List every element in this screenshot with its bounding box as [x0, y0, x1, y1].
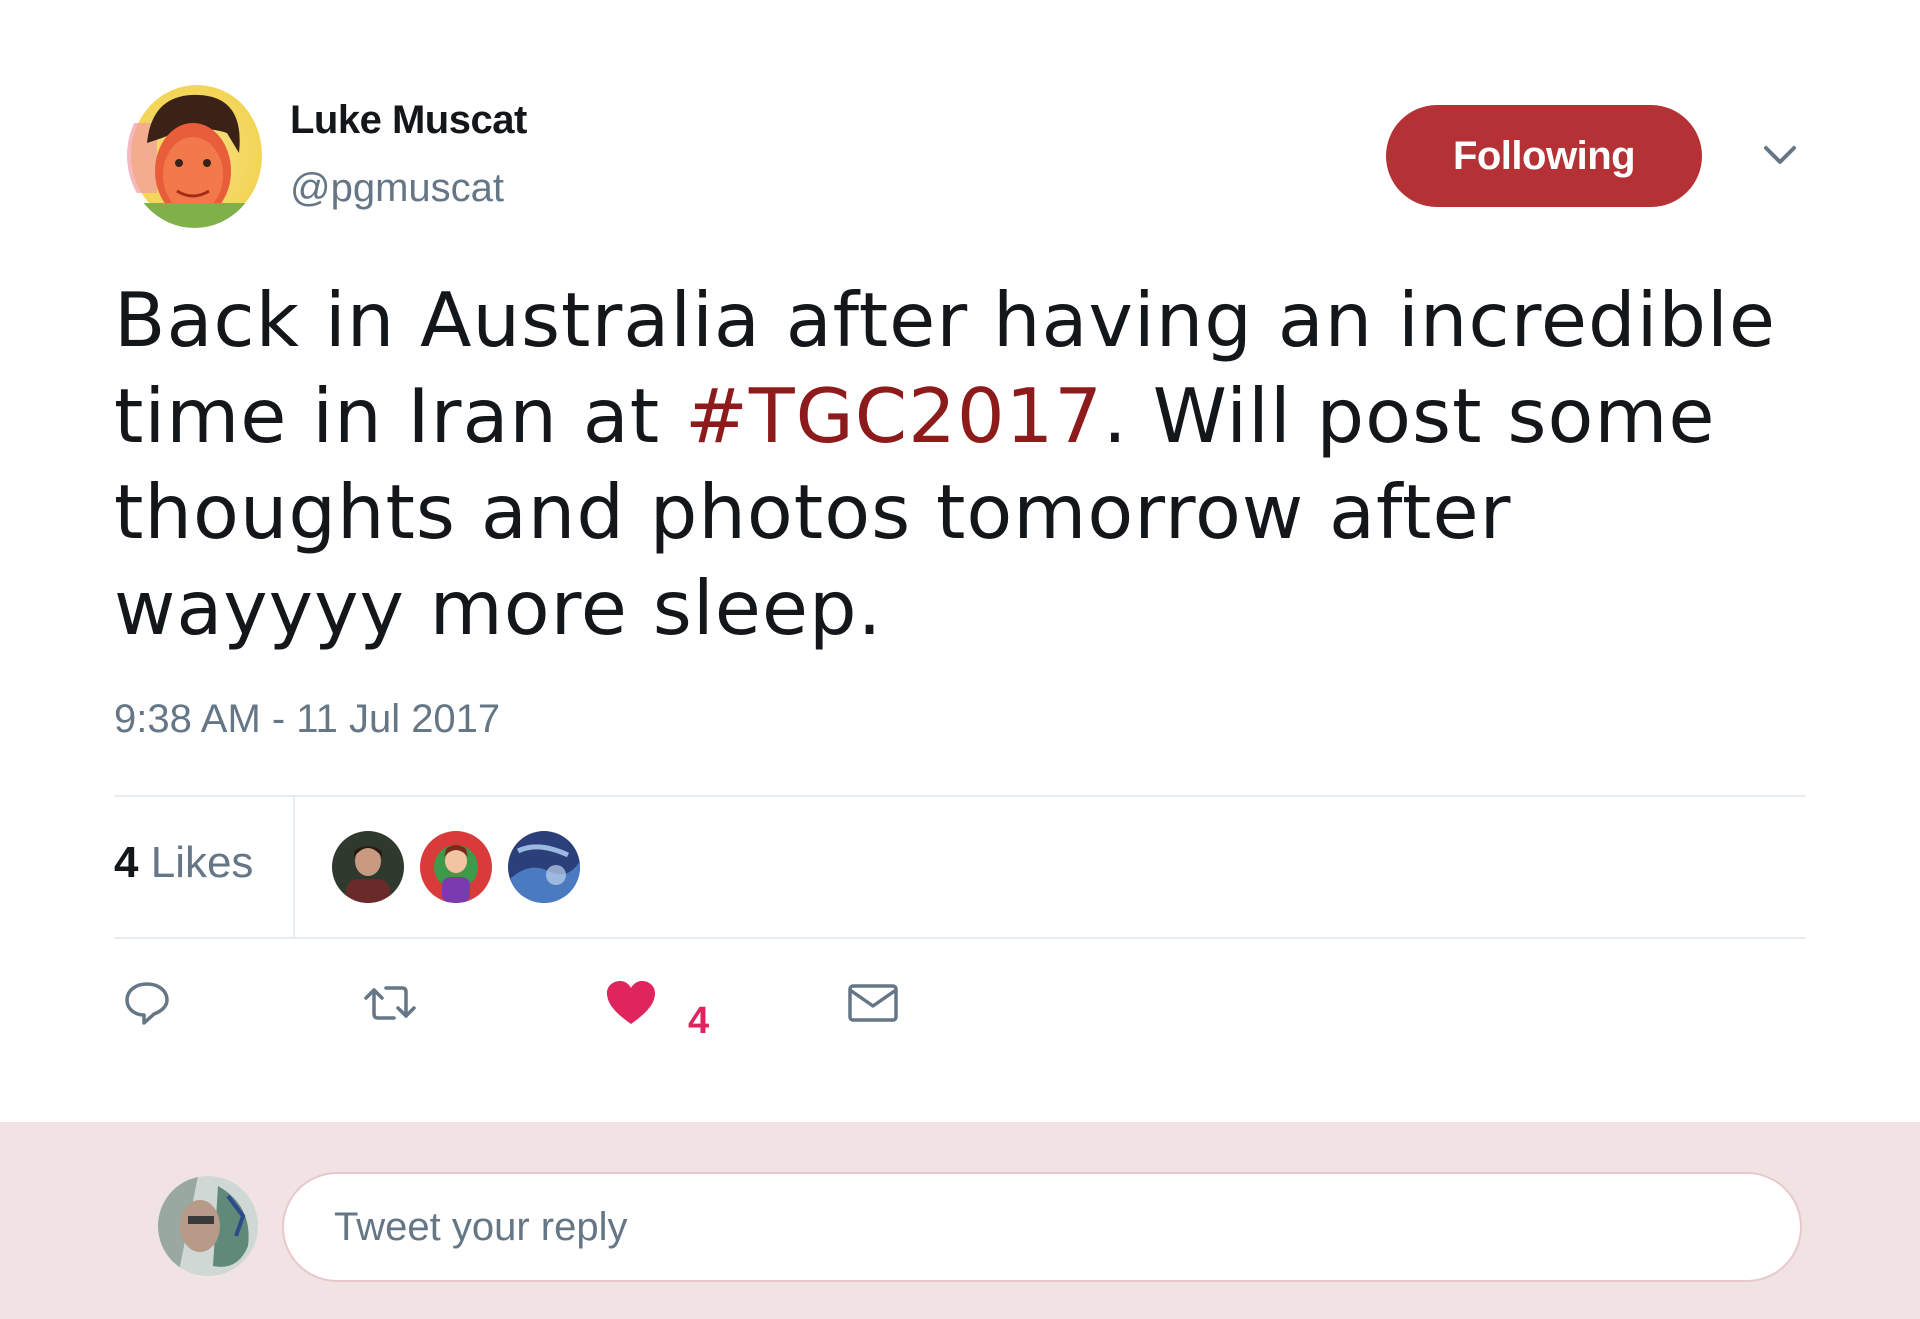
- likes-stat[interactable]: 4 Likes: [114, 838, 253, 888]
- divider-top: [114, 795, 1806, 797]
- following-button[interactable]: Following: [1386, 105, 1702, 207]
- author-username[interactable]: @pgmuscat: [290, 166, 504, 211]
- like-action[interactable]: [604, 978, 658, 1032]
- chevron-down-icon[interactable]: [1760, 140, 1800, 170]
- likes-count: 4: [114, 838, 139, 887]
- author-avatar[interactable]: [127, 83, 262, 228]
- reply-input[interactable]: [282, 1172, 1802, 1282]
- envelope-icon: [846, 978, 900, 1033]
- liker-avatar-1[interactable]: [330, 829, 406, 905]
- tweet-text: Back in Australia after having an incred…: [114, 272, 1814, 656]
- current-user-avatar[interactable]: [158, 1176, 258, 1276]
- hashtag-link[interactable]: #TGC2017: [685, 372, 1103, 460]
- divider-bottom: [114, 937, 1806, 939]
- retweet-icon: [362, 978, 418, 1033]
- like-count: 4: [688, 1000, 710, 1042]
- tweet-timestamp[interactable]: 9:38 AM - 11 Jul 2017: [114, 697, 500, 742]
- heart-icon: [604, 978, 658, 1033]
- speech-bubble-icon: [122, 978, 172, 1033]
- direct-message-action[interactable]: [846, 978, 900, 1032]
- reply-action[interactable]: [122, 978, 172, 1032]
- tweet-page: Luke Muscat @pgmuscat Following Back in …: [0, 0, 1920, 1319]
- author-display-name[interactable]: Luke Muscat: [290, 98, 527, 143]
- retweet-action[interactable]: [362, 978, 418, 1032]
- likes-label: Likes: [150, 838, 254, 887]
- liker-avatar-2[interactable]: [418, 829, 494, 905]
- stats-divider: [293, 797, 295, 938]
- liker-avatar-3[interactable]: [506, 829, 582, 905]
